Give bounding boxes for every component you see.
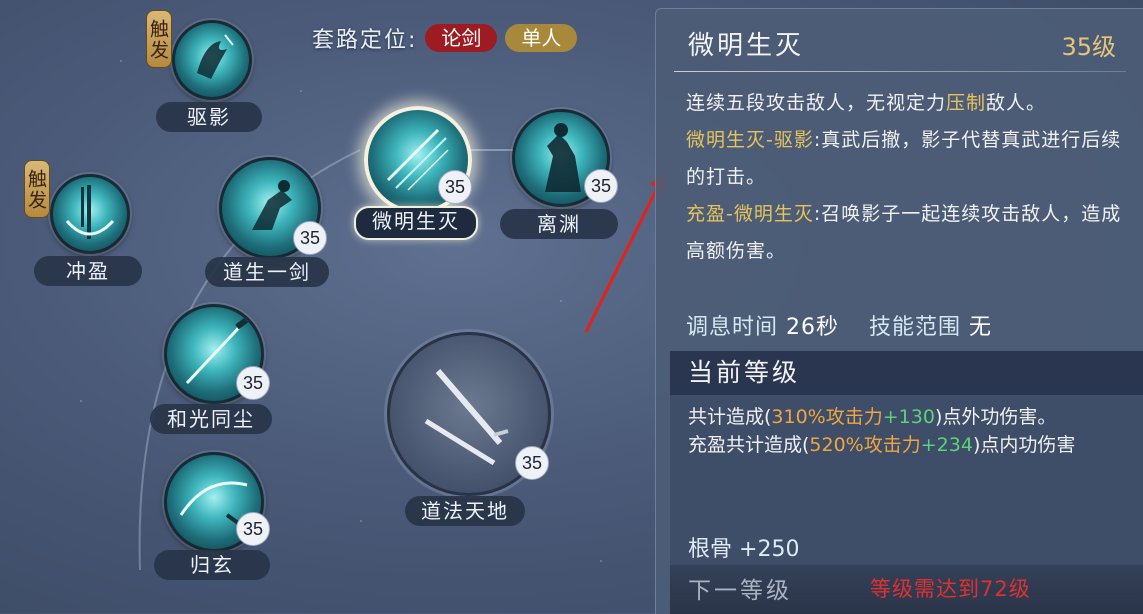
next-level-requirement: 等级需达到72级 xyxy=(870,577,1031,601)
daosheng-level: 35 xyxy=(293,221,327,255)
skill-stats: 调息时间 26秒 技能范围 无 xyxy=(686,309,1014,341)
guixuan-name: 归玄 xyxy=(154,550,270,580)
skill-detail-panel: 微明生灭 35级 连续五段攻击敌人，无视定力压制敌人。 微明生灭-驱影:真武后撤… xyxy=(655,8,1143,614)
heguang-level: 35 xyxy=(236,366,270,400)
daofa-level: 35 xyxy=(515,446,549,480)
panel-level: 35级 xyxy=(1061,33,1116,61)
heguang-name: 和光同尘 xyxy=(150,404,272,434)
desc-line-2: 微明生灭-驱影:真武后撤，影子代替真武进行后续的打击。 xyxy=(686,129,1122,188)
chongying-name: 冲盈 xyxy=(34,256,142,286)
next-level-header: 下一等级 等级需达到72级 xyxy=(670,565,1143,614)
trigger-badge: 触发 xyxy=(146,10,172,68)
quying-name: 驱影 xyxy=(156,102,262,132)
daosheng-name: 道生一剑 xyxy=(205,257,329,287)
tag-danren: 单人 xyxy=(505,24,578,52)
bone-stat: 根骨 +250 xyxy=(688,537,800,562)
range-value: 无 xyxy=(969,315,993,340)
skill-tree-connectors xyxy=(138,149,515,571)
cooldown-label: 调息时间 xyxy=(686,315,779,340)
weiming-level: 35 xyxy=(438,170,472,204)
chongying-icon xyxy=(50,174,130,254)
desc-line-3: 充盈-微明生灭:召唤影子一起连续攻击敌人，造成高额伤害。 xyxy=(686,203,1122,262)
quying-icon xyxy=(172,20,252,100)
range-label: 技能范围 xyxy=(869,315,962,340)
daofa-name: 道法天地 xyxy=(405,496,525,526)
current-level-header: 当前等级 xyxy=(670,351,1143,395)
build-role: 套路定位: 论剑 单人 xyxy=(312,22,578,54)
weiming-name: 微明生灭 xyxy=(354,206,478,240)
current-chongying-damage-line: 充盈共计造成(520%攻击力+234)点内功伤害 xyxy=(688,434,1076,456)
next-level-title: 下一等级 xyxy=(688,578,792,604)
panel-title: 微明生灭 xyxy=(688,31,805,61)
skill-description: 连续五段攻击敌人，无视定力压制敌人。 微明生灭-驱影:真武后撤，影子代替真武进行… xyxy=(686,85,1124,270)
cooldown-value: 26秒 xyxy=(786,315,840,340)
trigger-badge: 触发 xyxy=(24,160,50,218)
desc-line-1: 连续五段攻击敌人，无视定力压制敌人。 xyxy=(686,92,1047,114)
current-damage-line: 共计造成(310%攻击力+130)点外功伤害。 xyxy=(688,406,1057,428)
skill-tree: 套路定位: 论剑 单人 触发 驱影 触发 冲盈 35 道生一剑 35 微明生灭 xyxy=(0,0,666,613)
guixuan-level: 35 xyxy=(236,512,270,546)
tag-lunjian: 论剑 xyxy=(425,24,498,52)
build-role-label: 套路定位: xyxy=(312,28,418,53)
panel-divider xyxy=(674,71,1126,72)
